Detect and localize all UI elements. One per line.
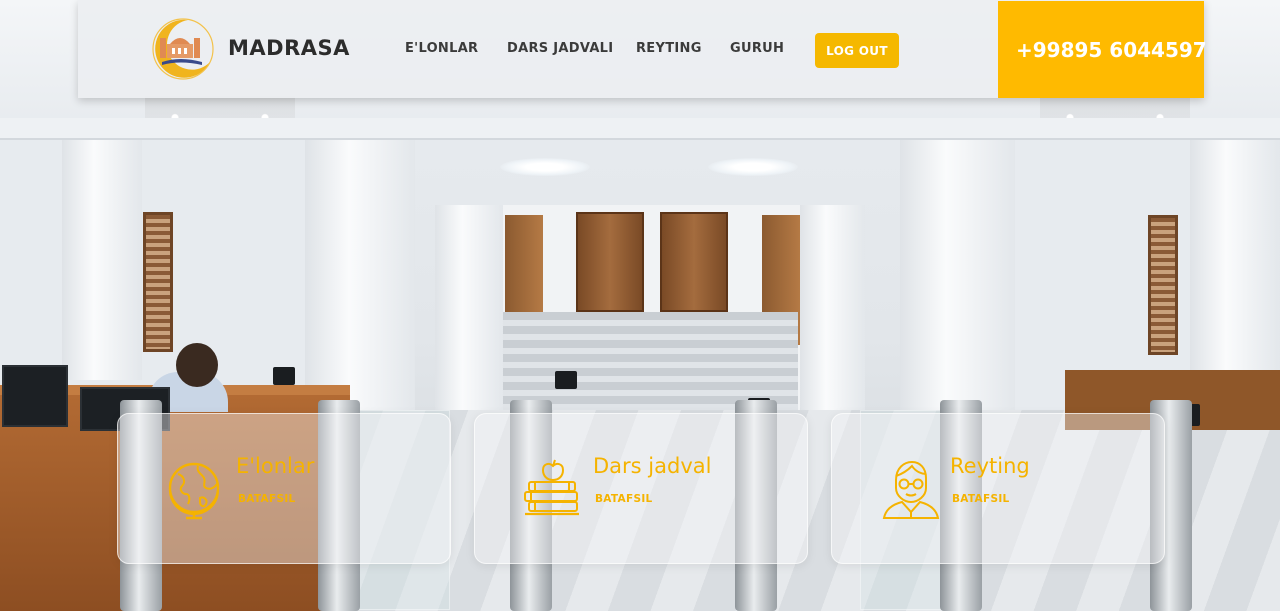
window-blinds <box>1148 215 1178 355</box>
nav-guruh[interactable]: GURUH <box>730 41 784 56</box>
card-reader <box>555 371 577 389</box>
window-blinds <box>143 212 173 352</box>
card-title: Reyting <box>950 454 1030 478</box>
staircase <box>503 312 798 412</box>
books-apple-icon <box>524 459 579 516</box>
card-elonlar[interactable]: E'lonlar BATAFSIL <box>117 413 451 564</box>
card-reader <box>273 367 295 385</box>
brand-name[interactable]: MADRASA <box>228 36 350 60</box>
madrasa-logo-icon[interactable] <box>150 16 216 82</box>
nav-reyting[interactable]: REYTING <box>636 41 702 56</box>
teacher-icon <box>882 460 940 519</box>
logout-button[interactable]: LOG OUT <box>815 33 899 68</box>
wooden-door <box>660 212 728 312</box>
card-dars-jadval[interactable]: Dars jadval BATAFSIL <box>474 413 808 564</box>
ceiling-lamp <box>708 158 798 176</box>
card-reyting[interactable]: Reyting BATAFSIL <box>831 413 1165 564</box>
pillar <box>62 140 142 380</box>
pillar <box>900 140 1015 415</box>
ceiling-lamp <box>500 158 590 176</box>
ceiling-beam <box>0 118 1280 140</box>
globe-icon <box>168 462 220 520</box>
phone-number[interactable]: +99895 6044597 <box>1016 38 1207 62</box>
pillar <box>1190 140 1280 380</box>
batafsil-link[interactable]: BATAFSIL <box>952 493 1010 505</box>
batafsil-link[interactable]: BATAFSIL <box>238 493 296 505</box>
nav-elonlar[interactable]: E'LONLAR <box>405 41 478 56</box>
card-title: Dars jadval <box>593 454 712 478</box>
pillar <box>305 140 415 415</box>
batafsil-link[interactable]: BATAFSIL <box>595 493 653 505</box>
card-title: E'lonlar <box>236 454 315 478</box>
pillar <box>435 205 503 415</box>
wooden-door <box>576 212 644 312</box>
monitor <box>2 365 68 427</box>
phone-box[interactable]: +99895 6044597 <box>998 1 1207 98</box>
nav-dars-jadvali[interactable]: DARS JADVALI <box>507 41 613 56</box>
person-head <box>176 343 218 387</box>
pillar <box>800 205 865 415</box>
